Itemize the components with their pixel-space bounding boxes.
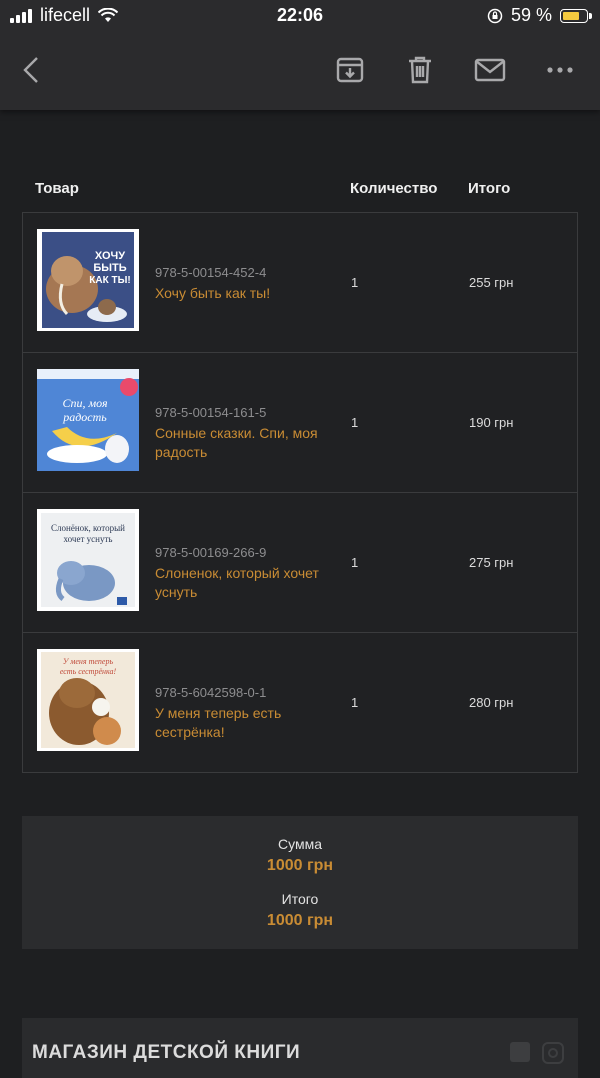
product-sku: 978-5-00169-266-9 (155, 545, 267, 560)
header-total: Итого (468, 180, 511, 197)
table-row: У меня теперь есть сестрёнка! 978-5-6042… (23, 633, 577, 773)
svg-text:хочет уснуть: хочет уснуть (64, 534, 113, 544)
product-price: 275 грн (469, 555, 514, 570)
svg-text:БЫТЬ: БЫТЬ (93, 262, 126, 274)
facebook-icon[interactable] (510, 1042, 530, 1062)
store-brand: МАГАЗИН ДЕТСКОЙ КНИГИ (32, 1042, 301, 1063)
email-toolbar (0, 42, 600, 98)
sum-value: 1000 грн (266, 857, 334, 874)
table-body: ХОЧУ БЫТЬ КАК ТЫ! 978-5-00154-452-4 Хочу… (22, 212, 578, 773)
mail-icon[interactable] (470, 50, 510, 90)
table-row: ХОЧУ БЫТЬ КАК ТЫ! 978-5-00154-452-4 Хочу… (23, 213, 577, 353)
product-quantity: 1 (351, 695, 359, 710)
product-sku: 978-5-6042598-0-1 (155, 685, 267, 700)
total-label: Итого (281, 891, 319, 907)
svg-text:Слонёнок, который: Слонёнок, который (51, 523, 125, 533)
instagram-icon[interactable] (542, 1042, 564, 1064)
svg-text:радость: радость (62, 410, 107, 424)
product-price: 190 грн (469, 415, 514, 430)
product-price: 255 грн (469, 275, 514, 290)
book-cover-image[interactable]: У меня теперь есть сестрёнка! (37, 649, 139, 751)
product-sku: 978-5-00154-452-4 (155, 265, 267, 280)
product-title-link[interactable]: Слоненок, который хочет уснуть (155, 564, 335, 602)
book-cover-image[interactable]: ХОЧУ БЫТЬ КАК ТЫ! (37, 229, 139, 331)
total-value: 1000 грн (266, 912, 334, 929)
product-sku: 978-5-00154-161-5 (155, 405, 267, 420)
svg-text:Спи, моя: Спи, моя (62, 396, 108, 410)
rotation-lock-icon (487, 8, 503, 23)
book-cover-image[interactable]: Спи, моя радость (37, 369, 139, 471)
sum-label: Сумма (278, 836, 322, 852)
trash-icon[interactable] (400, 50, 440, 90)
product-title-link[interactable]: Сонные сказки. Спи, моя радость (155, 424, 335, 462)
svg-text:У меня теперь: У меня теперь (63, 657, 114, 666)
product-quantity: 1 (351, 275, 359, 290)
table-row: Спи, моя радость 978-5-00154-161-5 Сонны… (23, 353, 577, 493)
product-quantity: 1 (351, 415, 359, 430)
order-table: Товар Количество Итого ХОЧУ БЫТЬ КАК ТЫ! (22, 166, 578, 773)
store-footer: МАГАЗИН ДЕТСКОЙ КНИГИ (22, 1018, 578, 1078)
table-row: Слонёнок, который хочет уснуть 978-5-001… (23, 493, 577, 633)
svg-text:есть сестрёнка!: есть сестрёнка! (60, 667, 117, 676)
back-icon[interactable] (12, 50, 52, 90)
more-icon[interactable] (540, 50, 580, 90)
header-quantity: Количество (350, 180, 438, 197)
product-price: 280 грн (469, 695, 514, 710)
top-bar: lifecell 22:06 59 % (0, 0, 600, 110)
product-title-link[interactable]: Хочу быть как ты! (155, 284, 335, 303)
status-bar: lifecell 22:06 59 % (0, 0, 600, 32)
book-cover-image[interactable]: Слонёнок, который хочет уснуть (37, 509, 139, 611)
battery-icon (560, 8, 592, 23)
table-header: Товар Количество Итого (22, 166, 578, 212)
svg-text:КАК ТЫ!: КАК ТЫ! (89, 275, 130, 286)
product-title-link[interactable]: У меня теперь есть сестрёнка! (155, 704, 335, 742)
archive-icon[interactable] (330, 50, 370, 90)
order-summary: Сумма 1000 грн Итого 1000 грн (22, 816, 578, 949)
battery-percent: 59 % (510, 5, 552, 25)
header-product: Товар (35, 180, 79, 197)
product-quantity: 1 (351, 555, 359, 570)
svg-text:ХОЧУ: ХОЧУ (95, 250, 125, 262)
